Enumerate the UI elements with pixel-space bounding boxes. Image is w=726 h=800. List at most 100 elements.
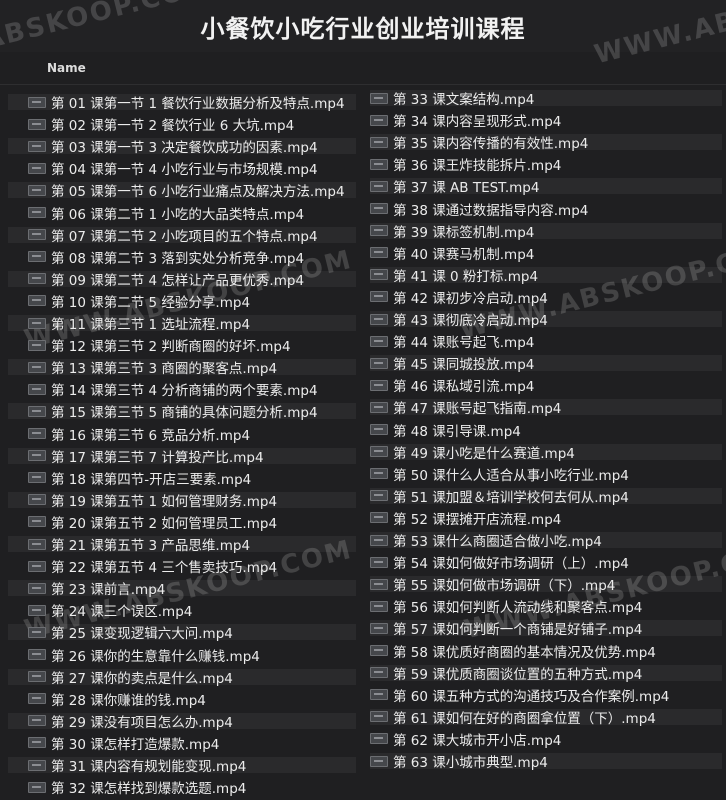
file-row[interactable]: 第 29 课没有项目怎么办.mp4 xyxy=(0,710,360,732)
file-row[interactable]: 第 44 课账号起飞.mp4 xyxy=(362,330,726,352)
file-row[interactable]: 第 46 课私域引流.mp4 xyxy=(362,374,726,396)
file-row[interactable]: 第 10 课第二节 5 经验分享.mp4 xyxy=(0,290,360,312)
file-row[interactable]: 第 03 课第一节 3 决定餐饮成功的因素.mp4 xyxy=(0,135,360,157)
file-row[interactable]: 第 48 课引导课.mp4 xyxy=(362,419,726,441)
file-row[interactable]: 第 07 课第二节 2 小吃项目的五个特点.mp4 xyxy=(0,224,360,246)
file-row[interactable]: 第 59 课优质商圈谈位置的五种方式.mp4 xyxy=(362,662,726,684)
file-row[interactable]: 第 28 课你赚谁的钱.mp4 xyxy=(0,688,360,710)
file-row[interactable]: 第 26 课你的生意靠什么赚钱.mp4 xyxy=(0,644,360,666)
video-thumbnail-icon xyxy=(370,622,388,634)
file-name: 第 48 课引导课.mp4 xyxy=(393,423,521,440)
file-name: 第 38 课通过数据指导内容.mp4 xyxy=(393,202,589,219)
video-thumbnail-icon xyxy=(370,446,388,458)
file-name: 第 24 课三个误区.mp4 xyxy=(51,604,193,621)
file-row[interactable]: 第 17 课第三节 7 计算投产比.mp4 xyxy=(0,445,360,467)
file-name: 第 22 课第五节 4 三个售卖技巧.mp4 xyxy=(51,560,278,577)
file-row[interactable]: 第 05 课第一节 6 小吃行业痛点及解决方法.mp4 xyxy=(0,179,360,201)
file-row[interactable]: 第 19 课第五节 1 如何管理财务.mp4 xyxy=(0,489,360,511)
file-row[interactable]: 第 18 课第四节-开店三要素.mp4 xyxy=(0,467,360,489)
file-row[interactable]: 第 56 课如何判断人流动线和聚客点.mp4 xyxy=(362,595,726,617)
file-row[interactable]: 第 20 课第五节 2 如何管理员工.mp4 xyxy=(0,511,360,533)
file-row[interactable]: 第 01 课第一节 1 餐饮行业数据分析及特点.mp4 xyxy=(0,91,360,113)
file-row[interactable]: 第 47 课账号起飞指南.mp4 xyxy=(362,396,726,418)
file-row[interactable]: 第 13 课第三节 3 商圈的聚客点.mp4 xyxy=(0,356,360,378)
name-column-header[interactable]: Name xyxy=(47,61,86,75)
file-row[interactable]: 第 51 课加盟＆培训学校何去何从.mp4 xyxy=(362,485,726,507)
file-row[interactable]: 第 06 课第二节 1 小吃的大品类特点.mp4 xyxy=(0,202,360,224)
file-row[interactable]: 第 39 课标签机制.mp4 xyxy=(362,220,726,242)
file-row[interactable]: 第 25 课变现逻辑六大问.mp4 xyxy=(0,621,360,643)
file-row[interactable]: 第 24 课三个误区.mp4 xyxy=(0,599,360,621)
file-name: 第 14 课第三节 4 分析商铺的两个要素.mp4 xyxy=(51,383,318,400)
video-thumbnail-icon xyxy=(28,538,46,550)
file-name: 第 49 课小吃是什么赛道.mp4 xyxy=(393,445,575,462)
file-row[interactable]: 第 57 课如何判断一个商铺是好铺子.mp4 xyxy=(362,617,726,639)
file-row[interactable]: 第 11 课第三节 1 选址流程.mp4 xyxy=(0,312,360,334)
video-thumbnail-icon xyxy=(370,733,388,745)
file-name: 第 03 课第一节 3 决定餐饮成功的因素.mp4 xyxy=(51,140,318,157)
file-name: 第 25 课变现逻辑六大问.mp4 xyxy=(51,626,233,643)
file-row[interactable]: 第 09 课第二节 4 怎样让产品更优秀.mp4 xyxy=(0,268,360,290)
file-name: 第 17 课第三节 7 计算投产比.mp4 xyxy=(51,449,264,466)
video-thumbnail-icon xyxy=(370,689,388,701)
file-row[interactable]: 第 49 课小吃是什么赛道.mp4 xyxy=(362,441,726,463)
file-row[interactable]: 第 04 课第一节 4 小吃行业与市场规模.mp4 xyxy=(0,157,360,179)
file-row[interactable]: 第 32 课怎样找到爆款选题.mp4 xyxy=(0,776,360,798)
file-name: 第 46 课私域引流.mp4 xyxy=(393,379,535,396)
video-thumbnail-icon xyxy=(370,512,388,524)
file-row[interactable]: 第 41 课 0 粉打标.mp4 xyxy=(362,264,726,286)
file-row[interactable]: 第 15 课第三节 5 商铺的具体问题分析.mp4 xyxy=(0,400,360,422)
file-row[interactable]: 第 63 课小城市典型.mp4 xyxy=(362,750,726,772)
file-row[interactable]: 第 40 课赛马机制.mp4 xyxy=(362,242,726,264)
file-row[interactable]: 第 31 课内容有规划能变现.mp4 xyxy=(0,754,360,776)
file-row[interactable]: 第 55 课如何做市场调研（下）.mp4 xyxy=(362,573,726,595)
file-row[interactable]: 第 62 课大城市开小店.mp4 xyxy=(362,728,726,750)
file-row[interactable]: 第 12 课第三节 2 判断商圈的好坏.mp4 xyxy=(0,334,360,356)
video-thumbnail-icon xyxy=(28,162,46,174)
file-row[interactable]: 第 60 课五种方式的沟通技巧及合作案例.mp4 xyxy=(362,684,726,706)
file-name: 第 12 课第三节 2 判断商圈的好坏.mp4 xyxy=(51,339,291,356)
video-thumbnail-icon xyxy=(28,317,46,329)
file-row[interactable]: 第 61 课如何在好的商圈拿位置（下）.mp4 xyxy=(362,706,726,728)
file-name: 第 09 课第二节 4 怎样让产品更优秀.mp4 xyxy=(51,272,305,289)
file-row[interactable]: 第 54 课如何做好市场调研（上）.mp4 xyxy=(362,551,726,573)
file-name: 第 59 课优质商圈谈位置的五种方式.mp4 xyxy=(393,666,643,683)
video-thumbnail-icon xyxy=(370,645,388,656)
file-name: 第 28 课你赚谁的钱.mp4 xyxy=(51,692,206,709)
file-row[interactable]: 第 36 课王炸技能拆片.mp4 xyxy=(362,153,726,175)
file-row[interactable]: 第 34 课内容呈现形式.mp4 xyxy=(362,109,726,131)
file-row[interactable]: 第 38 课通过数据指导内容.mp4 xyxy=(362,198,726,220)
file-row[interactable]: 第 23 课前言.mp4 xyxy=(0,577,360,599)
file-row[interactable]: 第 37 课 AB TEST.mp4 xyxy=(362,175,726,197)
file-row[interactable]: 第 33 课文案结构.mp4 xyxy=(362,87,726,109)
file-row[interactable]: 第 50 课什么人适合从事小吃行业.mp4 xyxy=(362,463,726,485)
file-row[interactable]: 第 58 课优质好商圈的基本情况及优势.mp4 xyxy=(362,640,726,662)
file-row[interactable]: 第 27 课你的卖点是什么.mp4 xyxy=(0,666,360,688)
video-thumbnail-icon xyxy=(28,516,46,528)
file-row[interactable]: 第 30 课怎样打造爆款.mp4 xyxy=(0,732,360,754)
file-name: 第 20 课第五节 2 如何管理员工.mp4 xyxy=(51,515,278,532)
file-row[interactable]: 第 43 课彻底冷启动.mp4 xyxy=(362,308,726,330)
video-thumbnail-icon xyxy=(370,269,388,281)
file-row[interactable]: 第 16 课第三节 6 竞品分析.mp4 xyxy=(0,423,360,445)
file-row[interactable]: 第 42 课初步冷启动.mp4 xyxy=(362,286,726,308)
file-name: 第 31 课内容有规划能变现.mp4 xyxy=(51,759,247,775)
video-thumbnail-icon xyxy=(28,184,46,196)
file-row[interactable]: 第 52 课摆摊开店流程.mp4 xyxy=(362,507,726,529)
file-row[interactable]: 第 21 课第五节 3 产品思维.mp4 xyxy=(0,533,360,555)
file-row[interactable]: 第 14 课第三节 4 分析商铺的两个要素.mp4 xyxy=(0,378,360,400)
file-row[interactable]: 第 35 课内容传播的有效性.mp4 xyxy=(362,131,726,153)
file-row[interactable]: 第 22 课第五节 4 三个售卖技巧.mp4 xyxy=(0,555,360,577)
video-thumbnail-icon xyxy=(28,560,46,572)
file-name: 第 63 课小城市典型.mp4 xyxy=(393,755,548,771)
file-row[interactable]: 第 53 课什么商圈适合做小吃.mp4 xyxy=(362,529,726,551)
video-thumbnail-icon xyxy=(370,203,388,214)
video-thumbnail-icon xyxy=(370,379,388,391)
file-row[interactable]: 第 08 课第二节 3 落到实处分析竞争.mp4 xyxy=(0,246,360,268)
file-row[interactable]: 第 02 课第一节 2 餐饮行业 6 大坑.mp4 xyxy=(0,113,360,135)
video-thumbnail-icon xyxy=(370,401,388,413)
file-name: 第 10 课第二节 5 经验分享.mp4 xyxy=(51,294,251,311)
file-name: 第 56 课如何判断人流动线和聚客点.mp4 xyxy=(393,600,643,617)
file-row[interactable]: 第 45 课同城投放.mp4 xyxy=(362,352,726,374)
video-thumbnail-icon xyxy=(370,225,388,237)
